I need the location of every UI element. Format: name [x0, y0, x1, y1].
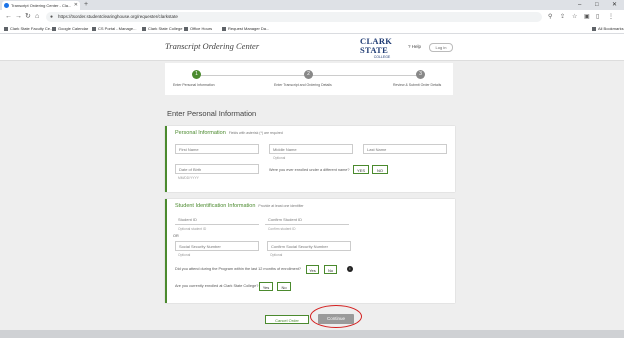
student-id-card: Student Identification Information Provid… — [165, 199, 455, 303]
close-tab-icon[interactable]: ✕ — [74, 1, 78, 10]
confirm-student-id-hint: Confirm student ID — [268, 227, 296, 231]
window-close-icon[interactable]: ✕ — [612, 0, 617, 10]
recent-attendance-question: Did you attend during the Program within… — [175, 267, 301, 271]
personal-info-card: Personal Information Fields with asterisk… — [165, 126, 455, 192]
folder-icon — [184, 26, 188, 31]
dob-hint: MM/DD/YYYY — [178, 176, 199, 180]
clark-state-logo[interactable]: CLARK STATE COLLEGE — [360, 36, 404, 60]
ssn-input[interactable]: Social Security Number — [175, 241, 259, 251]
url-text: https://tsorder.studentclearinghouse.org… — [58, 14, 178, 19]
account-button[interactable]: Log in — [429, 43, 453, 52]
other-name-question: Were you ever enrolled under a different… — [269, 168, 350, 172]
confirm-ssn-input[interactable]: Confirm Social Security Number — [267, 241, 351, 251]
home-icon[interactable]: ⌂ — [35, 12, 39, 22]
bookmark-item[interactable]: Office Hours — [184, 25, 212, 32]
step-3-dot: 3 — [416, 70, 425, 79]
folder-icon — [222, 26, 226, 31]
bookmarks-bar: Clark State Faculty Ce... Google Calenda… — [0, 24, 624, 34]
logo-text: CLARK STATE — [360, 36, 393, 55]
current-enrollment-question: Are you currently enrolled at Clark Stat… — [175, 284, 259, 288]
logo-subtext: COLLEGE — [373, 55, 391, 59]
bookmark-item[interactable]: Clark State Faculty Ce... — [4, 25, 53, 32]
menu-icon[interactable]: ⋮ — [608, 13, 614, 21]
info-icon[interactable]: i — [347, 266, 353, 272]
zoom-icon[interactable]: ⚲ — [548, 13, 552, 21]
personal-info-title: Personal Information Fields with asterisk… — [175, 130, 283, 136]
step-2-label: Enter Transcript and Ordering Details — [274, 83, 332, 87]
or-divider: OR — [173, 234, 179, 238]
confirm-ssn-hint: Optional — [270, 253, 283, 257]
middle-name-hint: Optional — [273, 156, 286, 160]
section-title: Enter Personal Information — [167, 109, 257, 118]
bookmark-star-icon[interactable]: ☆ — [572, 13, 577, 21]
last-name-input[interactable]: Last Name — [363, 144, 447, 154]
browser-toolbar: ← → ↻ ⌂ ● https://tsorder.studentclearin… — [0, 10, 624, 24]
lock-icon: ● — [50, 14, 54, 20]
taskbar — [0, 330, 624, 338]
forward-icon[interactable]: → — [15, 12, 22, 22]
student-id-hint: Optional student ID — [178, 227, 207, 231]
step-2-dot: 2 — [304, 70, 313, 79]
site-favicon-icon — [4, 3, 9, 8]
confirm-student-id-input[interactable]: Confirm Student ID — [265, 215, 349, 225]
bookmark-item[interactable]: Google Calendar — [52, 25, 88, 32]
other-name-no-button[interactable]: NO — [372, 165, 388, 174]
highlight-circle — [310, 305, 362, 328]
browser-tab-strip: Transcript Ordering Center - Cla... ✕ + … — [0, 0, 624, 10]
required-note: Fields with asterisk (*) are required — [228, 131, 283, 135]
help-link[interactable]: ? Help — [408, 44, 421, 49]
middle-name-input[interactable]: Middle Name — [269, 144, 353, 154]
bookmark-item[interactable]: Clark State College — [142, 25, 182, 32]
site-header — [0, 34, 624, 61]
step-1-label: Enter Personal Information — [173, 83, 215, 87]
student-id-title: Student Identification Information Provid… — [175, 203, 304, 209]
recent-attendance-yes-button[interactable]: Yes — [306, 265, 319, 274]
calendar-icon — [52, 26, 56, 31]
bookmark-item[interactable]: CS Portal - Manage... — [92, 25, 136, 32]
address-bar[interactable]: ● https://tsorder.studentclearinghouse.o… — [46, 12, 542, 22]
back-icon[interactable]: ← — [5, 12, 12, 22]
step-3-label: Review & Submit Order Details — [393, 83, 442, 87]
share-icon[interactable]: ⇪ — [560, 13, 565, 21]
folder-icon — [142, 26, 146, 31]
extensions-icon[interactable]: ▣ — [584, 13, 590, 21]
date-of-birth-input[interactable]: Date of Birth — [175, 164, 259, 174]
page-title: Transcript Ordering Center — [165, 41, 260, 51]
bookmark-item[interactable]: Request Manager Da... — [222, 25, 269, 32]
maximize-icon[interactable]: □ — [595, 0, 599, 10]
cancel-order-button[interactable]: Cancel Order — [265, 315, 309, 324]
other-name-yes-button[interactable]: YES — [353, 165, 369, 174]
progress-stepper: 1 2 3 Enter Personal Information Enter T… — [165, 63, 453, 95]
minimize-icon[interactable]: – — [578, 0, 581, 10]
recent-attendance-no-button[interactable]: No — [324, 265, 337, 274]
ssn-hint: Optional — [178, 253, 191, 257]
reload-icon[interactable]: ↻ — [25, 12, 31, 22]
student-id-input[interactable]: Student ID — [175, 215, 259, 225]
folder-icon — [592, 26, 596, 31]
new-tab-icon[interactable]: + — [84, 0, 88, 10]
current-enrollment-yes-button[interactable]: Yes — [259, 282, 273, 291]
browser-tab[interactable]: Transcript Ordering Center - Cla... ✕ — [2, 1, 80, 10]
current-enrollment-no-button[interactable]: No — [277, 282, 291, 291]
folder-icon — [92, 26, 96, 31]
sidebar-icon[interactable]: ▯ — [596, 13, 599, 21]
identifier-note: Provide at least one identifier — [258, 204, 304, 208]
all-bookmarks[interactable]: All Bookmarks — [592, 25, 624, 32]
first-name-input[interactable]: First Name — [175, 144, 259, 154]
step-1-dot: 1 — [192, 70, 201, 79]
folder-icon — [4, 26, 8, 31]
tab-title: Transcript Ordering Center - Cla... — [11, 3, 72, 8]
